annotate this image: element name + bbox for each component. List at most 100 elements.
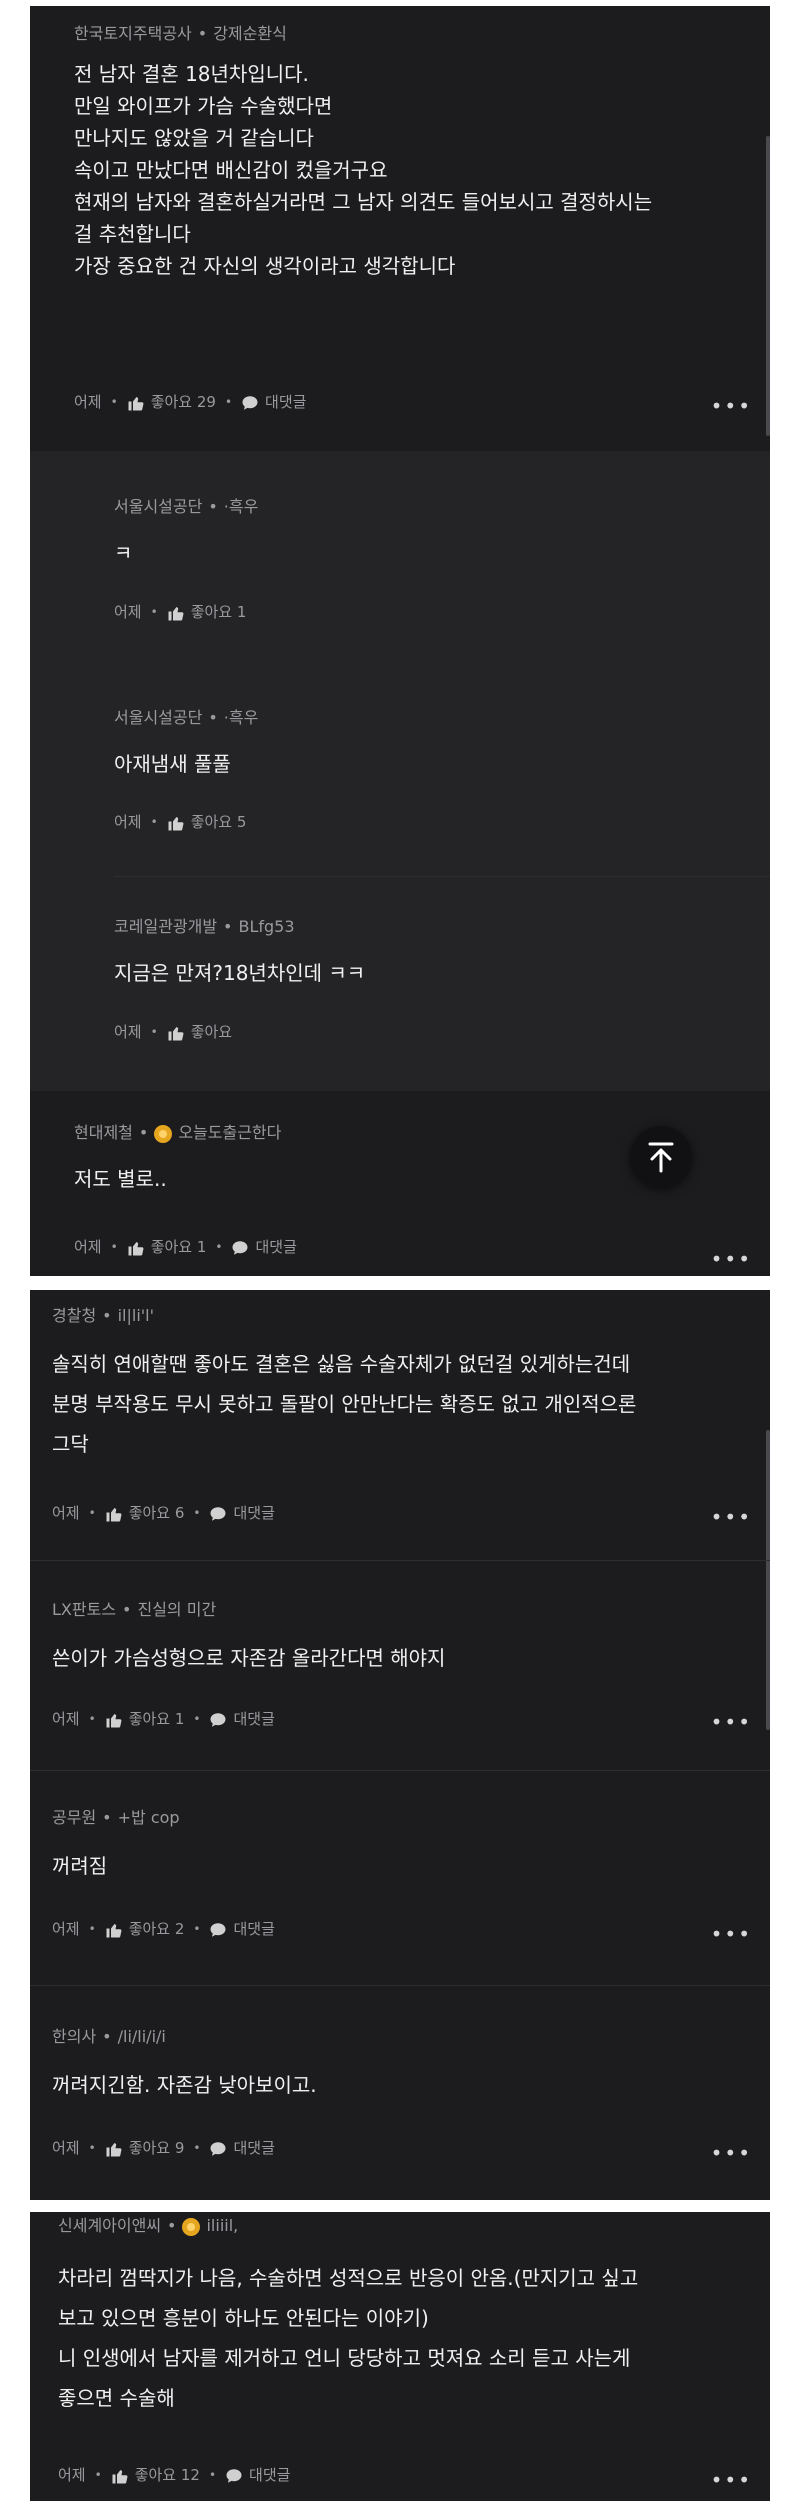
timestamp: 어제	[52, 1710, 80, 1728]
comment-body: 전 남자 결혼 18년차입니다. 만일 와이프가 가슴 수술했다면 만나지도 않…	[74, 58, 652, 282]
comment-line: 그닥	[52, 1432, 89, 1456]
comment-line: 보고 있으면 흥분이 하나도 안된다는 이야기)	[58, 2306, 429, 2330]
like-button[interactable]: 좋아요 1	[105, 1708, 185, 1729]
thumbs-up-icon	[168, 606, 184, 620]
author-company[interactable]: 현대제철	[74, 1123, 133, 1142]
comment-meta: LX판토스 • 진실의 미간	[52, 1600, 217, 1619]
like-button[interactable]: 좋아요 9	[105, 2137, 184, 2158]
reply-button[interactable]: 대댓글	[241, 391, 306, 412]
like-button[interactable]: 좋아요 12	[111, 2464, 200, 2485]
like-button[interactable]: 좋아요 1	[167, 601, 246, 622]
comment-actions: 어제 • 좋아요 6 • 대댓글	[52, 1502, 275, 1523]
comment-meta: 공무원 • +밥 cop	[52, 1808, 180, 1827]
author-nickname[interactable]: ·흑우	[224, 497, 259, 516]
author-company[interactable]: 한의사	[52, 2027, 96, 2046]
more-options-button[interactable]: •••	[711, 1922, 752, 1946]
author-nickname[interactable]: il|li'l'	[118, 1306, 154, 1325]
author-company[interactable]: 한국토지주택공사	[74, 24, 192, 43]
reply-thread: 서울시설공단 • ·흑우 ㅋ 어제 • 좋아요 1 서울시설공단 • ·흑우 아재냄새 풀…	[30, 451, 770, 1091]
comment-line: 만일 와이프가 가슴 수술했다면	[74, 94, 333, 118]
comment-actions: 어제 • 좋아요 9 • 대댓글	[52, 2137, 275, 2158]
like-count: 좋아요 2	[128, 1920, 185, 1938]
comment-body: 솔직히 연애할땐 좋아도 결혼은 싫음 수술자체가 없던걸 있게하는건데 분명 …	[52, 1344, 636, 1464]
reply-button[interactable]: 대댓글	[209, 1918, 275, 1939]
author-nickname[interactable]: iliiil,	[206, 2216, 238, 2235]
scroll-to-top-button[interactable]	[630, 1126, 692, 1188]
speech-bubble-icon	[226, 2468, 242, 2483]
author-company[interactable]: 코레일관광개발	[114, 917, 217, 936]
author-nickname[interactable]: 진실의 미간	[137, 1600, 216, 1619]
timestamp: 어제	[114, 813, 142, 831]
comment-meta: 코레일관광개발 • BLfg53	[114, 917, 295, 936]
timestamp: 어제	[74, 393, 102, 411]
comment-actions: 어제 • 좋아요 1 • 대댓글	[74, 1236, 297, 1257]
author-company[interactable]: 신세계아이앤씨	[58, 2216, 161, 2235]
comment-line: 걸 추천합니다	[74, 222, 191, 246]
reply-button[interactable]: 대댓글	[209, 1502, 275, 1523]
more-options-button[interactable]: •••	[711, 2468, 752, 2492]
speech-bubble-icon	[210, 1922, 226, 1937]
more-options-button[interactable]: •••	[711, 394, 752, 418]
more-options-button[interactable]: •••	[711, 2141, 752, 2165]
timestamp: 어제	[52, 1504, 80, 1522]
comment-line: 니 인생에서 남자를 제거하고 언니 당당하고 멋져요 소리 듣고 사는게	[58, 2346, 631, 2370]
author-company[interactable]: 서울시설공단	[114, 497, 202, 516]
thumbs-up-icon	[106, 1713, 122, 1727]
comment-actions: 어제 • 좋아요	[114, 1021, 233, 1042]
comment-line: 솔직히 연애할땐 좋아도 결혼은 싫음 수술자체가 없던걸 있게하는건데	[52, 1352, 631, 1376]
author-company[interactable]: LX판토스	[52, 1600, 116, 1619]
reply-button[interactable]: 대댓글	[209, 1708, 275, 1729]
comment-meta: 한국토지주택공사 • 강제순환식	[74, 24, 287, 43]
thumbs-up-icon	[106, 2142, 122, 2156]
timestamp: 어제	[52, 2139, 80, 2157]
comment-actions: 어제 • 좋아요 2 • 대댓글	[52, 1918, 275, 1939]
author-nickname[interactable]: 강제순환식	[213, 24, 287, 43]
reply-button[interactable]: 대댓글	[209, 2137, 275, 2158]
like-button[interactable]: 좋아요 6	[105, 1502, 184, 1523]
comment-body: 저도 별로..	[74, 1167, 167, 1191]
like-count: 좋아요	[190, 1023, 233, 1041]
more-options-button[interactable]: •••	[711, 1505, 752, 1529]
author-nickname[interactable]: /li/li/i/i	[118, 2027, 166, 2046]
author-nickname[interactable]: 오늘도출근한다	[178, 1123, 281, 1142]
comment-meta: 서울시설공단 • ·흑우	[114, 708, 259, 727]
author-company[interactable]: 서울시설공단	[114, 708, 202, 727]
reply-button[interactable]: 대댓글	[231, 1236, 297, 1257]
comment-actions: 어제 • 좋아요 12 • 대댓글	[58, 2464, 291, 2485]
thumbs-up-icon	[112, 2469, 128, 2483]
like-button[interactable]: 좋아요 2	[105, 1918, 185, 1939]
like-button[interactable]: 좋아요 5	[167, 811, 247, 832]
comment-actions: 어제 • 좋아요 29 • 대댓글	[74, 391, 307, 412]
more-options-button[interactable]: •••	[711, 1710, 752, 1734]
like-count: 좋아요 5	[190, 813, 247, 831]
comment-body: 꺼려지긴함. 자존감 낮아보이고.	[52, 2073, 317, 2097]
comment-panel-1: 한국토지주택공사 • 강제순환식 전 남자 결혼 18년차입니다. 만일 와이프가 …	[30, 6, 770, 1276]
comment-meta: 한의사 •/li/li/i/i	[52, 2027, 166, 2046]
author-nickname[interactable]: ·흑우	[224, 708, 259, 727]
comment: 경찰청 • il|li'l' 솔직히 연애할땐 좋아도 결혼은 싫음 수술자체가 없…	[30, 1290, 770, 1560]
author-company[interactable]: 경찰청	[52, 1306, 96, 1325]
comment-meta: 경찰청 • il|li'l'	[52, 1306, 155, 1325]
comment: 현대제철 • 오늘도출근한다 저도 별로.. 어제 • 좋아요 1 • 대댓글 •••	[30, 1091, 770, 1276]
more-options-button[interactable]: •••	[711, 1247, 752, 1271]
flower-badge-icon	[182, 2217, 201, 2236]
comment-body: 아재냄새 풀풀	[114, 752, 231, 776]
like-count: 좋아요 1	[150, 1238, 207, 1256]
comment-line: 전 남자 결혼 18년차입니다.	[74, 62, 309, 86]
like-button[interactable]: 좋아요 1	[127, 1236, 207, 1257]
comment-line: 가장 중요한 건 자신의 생각이라고 생각합니다	[74, 254, 456, 278]
reply-button[interactable]: 대댓글	[225, 2464, 290, 2485]
comment: 한의사 •/li/li/i/i 꺼려지긴함. 자존감 낮아보이고. 어제 • 좋아요…	[30, 1985, 770, 2200]
like-button[interactable]: 좋아요 29	[127, 391, 216, 412]
speech-bubble-icon	[210, 1506, 226, 1521]
timestamp: 어제	[58, 2466, 86, 2484]
author-company[interactable]: 공무원	[52, 1808, 96, 1827]
speech-bubble-icon	[232, 1240, 248, 1255]
arrow-up-icon	[648, 1142, 674, 1173]
author-nickname[interactable]: +밥 cop	[118, 1808, 180, 1827]
author-nickname[interactable]: BLfg53	[238, 917, 294, 936]
like-count: 좋아요 1	[128, 1710, 185, 1728]
comment-meta: 현대제철 • 오늘도출근한다	[74, 1123, 282, 1143]
speech-bubble-icon	[242, 395, 258, 410]
like-button[interactable]: 좋아요	[167, 1021, 232, 1042]
